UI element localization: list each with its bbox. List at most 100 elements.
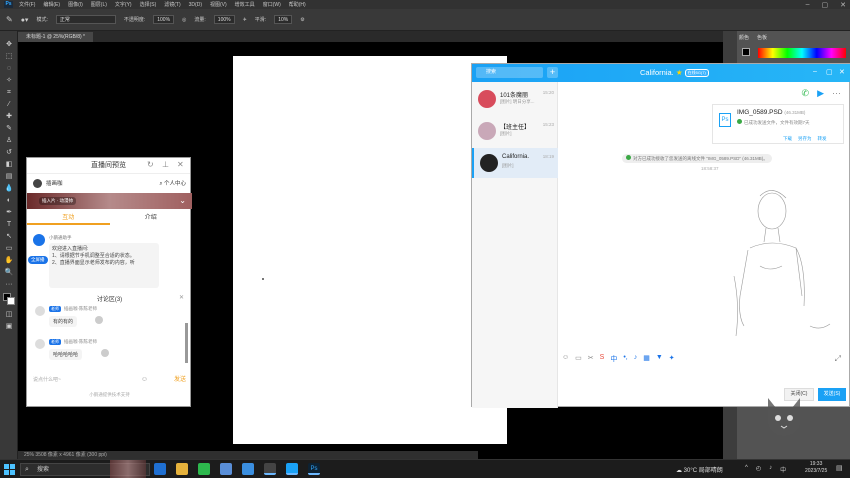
flow-input[interactable]: 100% <box>213 15 235 24</box>
save-as-link[interactable]: 另存为 <box>798 136 812 142</box>
video-icon[interactable]: ▶ <box>817 88 824 99</box>
menu-plugins[interactable]: 增效工具 <box>235 1 255 8</box>
menu-window[interactable]: 窗口(W) <box>263 1 281 8</box>
add-button[interactable]: + <box>547 67 558 78</box>
menu-help[interactable]: 帮助(H) <box>289 1 306 8</box>
blur-tool-icon[interactable]: 💧 <box>4 185 14 193</box>
photos-icon[interactable] <box>220 463 232 475</box>
path-select-tool-icon[interactable]: ↖ <box>4 233 14 241</box>
wechat-icon[interactable] <box>198 463 210 475</box>
menu-edit[interactable]: 编辑(E) <box>43 1 60 8</box>
search-input[interactable]: 搜索 <box>476 67 543 78</box>
lasso-tool-icon[interactable]: ◌ <box>4 65 14 73</box>
qq-icon[interactable] <box>286 463 298 475</box>
tab-interact[interactable]: 互动 <box>27 211 110 225</box>
hand-tool-icon[interactable]: ✋ <box>4 257 14 265</box>
brush-tool-icon[interactable]: ✎ <box>6 15 13 24</box>
pen-tool-icon[interactable]: ✒ <box>4 209 14 217</box>
expand-icon[interactable]: ⤢ <box>835 354 841 364</box>
quick-mask-icon[interactable]: ◫ <box>4 311 14 319</box>
panel-foreground-swatch[interactable] <box>742 48 750 56</box>
ime-icon[interactable]: 中 <box>780 465 786 474</box>
send-button[interactable]: 发送(S) <box>818 388 846 401</box>
send-button[interactable]: 发送 <box>174 374 186 383</box>
menu-3d[interactable]: 3D(D) <box>189 2 202 8</box>
edge-icon[interactable] <box>154 463 166 475</box>
microphone-icon[interactable]: ♪ <box>634 354 638 364</box>
file-card[interactable]: Ps IMG_0589.PSD (46.31MB) 已成功发送文件，文件有效期7… <box>712 104 844 144</box>
meeting-app-icon[interactable] <box>242 463 254 475</box>
conversation-item[interactable]: California. [图片] 18:19 <box>472 148 558 178</box>
more-icon[interactable]: ··· <box>832 88 841 99</box>
history-brush-tool-icon[interactable]: ↺ <box>4 149 14 157</box>
menu-select[interactable]: 选择(S) <box>140 1 157 8</box>
zoom-tool-icon[interactable]: 🔍 <box>4 269 14 277</box>
input-method-icon[interactable]: 中 <box>610 354 617 364</box>
refresh-icon[interactable]: ↻ <box>147 160 154 169</box>
marquee-tool-icon[interactable]: ⬚ <box>4 53 14 61</box>
personal-center-link[interactable]: ⌕ 个人中心 <box>159 179 186 188</box>
mode-select[interactable]: 正常 <box>55 15 116 24</box>
more-icon[interactable] <box>95 316 103 324</box>
sketch-image[interactable] <box>730 176 844 341</box>
opacity-input[interactable]: 100% <box>153 15 175 24</box>
close-icon[interactable]: ✕ <box>179 294 184 301</box>
more-tools-icon[interactable]: ··· <box>4 281 14 289</box>
clock[interactable]: 19:33 2023/7/25 <box>805 461 827 475</box>
tab-swatches[interactable]: 色板 <box>757 34 767 41</box>
emoji-icon[interactable]: ☺ <box>141 376 148 383</box>
close-icon[interactable]: ✕ <box>840 1 846 9</box>
pressure-opacity-icon[interactable]: ◎ <box>182 17 186 23</box>
more-icon[interactable] <box>101 349 109 357</box>
shape-tool-icon[interactable]: ▭ <box>4 245 14 253</box>
close-icon[interactable]: ✕ <box>839 68 845 76</box>
obs-icon[interactable] <box>264 463 276 475</box>
scissors-icon[interactable]: ✂ <box>588 354 594 364</box>
skin-icon[interactable]: ▼ <box>656 354 663 364</box>
menu-view[interactable]: 视图(V) <box>210 1 227 8</box>
conversation-item[interactable]: 【班主任】 [图片] 15:23 <box>472 116 558 146</box>
chevron-up-icon[interactable]: ^ <box>745 465 748 474</box>
minimize-icon[interactable]: – <box>806 1 810 8</box>
keyboard-icon[interactable]: ▦ <box>643 354 650 364</box>
move-tool-icon[interactable]: ✥ <box>4 41 14 49</box>
type-tool-icon[interactable]: T <box>4 221 14 229</box>
scrollbar[interactable] <box>185 323 188 363</box>
stamp-tool-icon[interactable]: ♙ <box>4 137 14 145</box>
chevron-down-icon[interactable]: ⌄ <box>179 196 186 205</box>
forward-link[interactable]: 转发 <box>818 136 827 142</box>
menu-type[interactable]: 文字(Y) <box>115 1 132 8</box>
smooth-settings-icon[interactable]: ⚙ <box>300 17 304 23</box>
network-icon[interactable]: ◴ <box>756 465 761 474</box>
crop-tool-icon[interactable]: ⌗ <box>4 89 14 97</box>
emoji-icon[interactable]: ☺ <box>562 354 569 364</box>
phone-icon[interactable]: ✆ <box>802 88 810 99</box>
brush-preset-icon[interactable]: ●▾ <box>21 16 29 24</box>
volume-icon[interactable]: ♪ <box>769 465 772 474</box>
maximize-icon[interactable]: ▢ <box>826 68 833 76</box>
background-color-swatch[interactable] <box>7 297 15 305</box>
tab-color[interactable]: 颜色 <box>739 34 749 41</box>
conversation-item[interactable]: 101条魔丽 [图片] 明日分享... 15:20 <box>472 84 558 114</box>
eyedropper-tool-icon[interactable]: ⁄ <box>4 101 14 109</box>
windows-start-icon[interactable] <box>4 464 15 475</box>
weather-widget[interactable]: ☁ 30°C 局部晴朗 <box>676 465 723 474</box>
punctuation-icon[interactable]: •, <box>623 354 627 364</box>
sogou-icon[interactable]: S <box>600 354 605 364</box>
toolbox-icon[interactable]: ✦ <box>669 354 675 364</box>
close-icon[interactable]: ✕ <box>177 160 184 169</box>
comment-input[interactable]: 说点什么吧~ ☺ <box>33 374 188 384</box>
maximize-icon[interactable]: ▢ <box>822 1 829 9</box>
menu-filter[interactable]: 滤镜(T) <box>164 1 180 8</box>
screenshot-icon[interactable]: ▭ <box>575 354 582 364</box>
screen-mode-icon[interactable]: ▣ <box>4 323 14 331</box>
airbrush-icon[interactable]: ✈ <box>243 17 247 23</box>
photoshop-icon[interactable]: Ps <box>308 463 320 475</box>
dodge-tool-icon[interactable]: ◐ <box>4 197 14 205</box>
menu-image[interactable]: 图像(I) <box>68 1 83 8</box>
notification-icon[interactable]: ▤ <box>836 464 846 474</box>
smooth-input[interactable]: 10% <box>274 15 293 24</box>
minimize-icon[interactable]: – <box>813 68 817 75</box>
menu-file[interactable]: 文件(F) <box>19 1 35 8</box>
eraser-tool-icon[interactable]: ◧ <box>4 161 14 169</box>
